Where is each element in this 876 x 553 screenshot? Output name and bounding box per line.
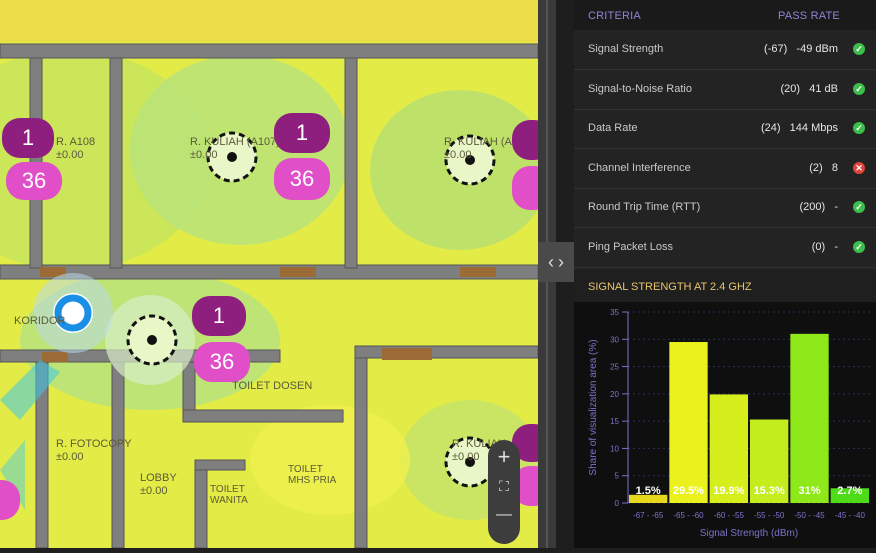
room-label: LOBBY ±0.00 <box>140 472 177 497</box>
x-tick-label: -45 - -40 <box>835 511 866 520</box>
bar-data-label: 31% <box>798 485 820 497</box>
error-icon: ✕ <box>853 161 865 174</box>
criteria-label: Ping Packet Loss <box>588 240 673 253</box>
criteria-row[interactable]: Signal Strength (-67) -49 dBm ✓ <box>574 30 876 70</box>
criteria-value: (200) - <box>799 201 838 213</box>
y-tick-label: 10 <box>610 444 619 453</box>
zoom-in-button[interactable]: + <box>488 444 520 470</box>
results-panel: CRITERIA PASS RATE Signal Strength (-67) … <box>574 0 876 548</box>
x-tick-label: -65 - -60 <box>673 511 704 520</box>
y-tick-label: 30 <box>610 335 619 344</box>
fit-view-button[interactable]: ⛶ <box>488 478 520 495</box>
ap-badge-partial[interactable] <box>512 120 538 160</box>
criteria-row[interactable]: Data Rate (24) 144 Mbps ✓ <box>574 109 876 149</box>
chart-title: SIGNAL STRENGTH AT 2.4 GHZ <box>588 281 752 293</box>
x-tick-label: -55 - -50 <box>754 511 785 520</box>
ap-badge-bottom: 36 <box>6 162 62 200</box>
chevron-left-icon: ‹ <box>548 251 554 272</box>
bar-data-label: 15.3% <box>754 485 785 497</box>
pass-rate-column-header: PASS RATE <box>778 10 840 22</box>
signal-strength-chart: 0 5 10 15 20 25 30 35 Share of visualization are… <box>574 302 876 548</box>
chart-bar <box>669 342 708 503</box>
criteria-row[interactable]: Round Trip Time (RTT) (200) - ✓ <box>574 188 876 228</box>
room-label: R. A108 ±0.00 <box>56 136 96 161</box>
room-label: TOILET DOSEN <box>232 380 313 392</box>
y-tick-label: 15 <box>610 417 619 426</box>
criteria-label: Channel Interference <box>588 161 691 174</box>
ap-badge-top: 1 <box>2 118 54 158</box>
room-label: KORIDOR <box>14 315 66 327</box>
y-tick-label: 20 <box>610 390 619 399</box>
zoom-out-button[interactable]: — <box>488 506 520 524</box>
x-tick-label: -67 - -65 <box>633 511 664 520</box>
criteria-column-header: CRITERIA <box>588 10 641 22</box>
y-axis-label: Share of visualization area (%) <box>588 339 599 475</box>
criteria-value: (0) - <box>811 240 838 253</box>
criteria-row[interactable]: Ping Packet Loss (0) - ✓ <box>574 228 876 268</box>
criteria-label: Data Rate <box>588 122 638 134</box>
zoom-control: + ⛶ — <box>488 440 520 544</box>
criteria-label: Round Trip Time (RTT) <box>588 201 701 213</box>
y-tick-label: 35 <box>610 308 619 317</box>
check-icon: ✓ <box>853 122 865 134</box>
criteria-table-header: CRITERIA PASS RATE <box>574 0 876 30</box>
x-tick-label: -50 - -45 <box>794 511 825 520</box>
room-label: TOILET MHS PRIA <box>288 464 337 486</box>
floorplan-drawing <box>0 0 538 548</box>
bar-data-label: 29.5% <box>673 485 704 497</box>
ap-badge-top: 1 <box>274 113 330 153</box>
collapse-toggle-button[interactable]: ‹ › <box>538 242 574 282</box>
bar-data-label: 19.9% <box>713 485 744 497</box>
ap-badge-bottom: 36 <box>194 342 250 382</box>
chart-header: SIGNAL STRENGTH AT 2.4 GHZ <box>574 270 876 302</box>
room-label: R. FOTOCOPY ±0.00 <box>56 438 132 463</box>
ap-badge-top: 1 <box>192 296 246 336</box>
criteria-value: (20) 41 dB <box>780 82 838 95</box>
criteria-row[interactable]: Channel Interference (2) 8 ✕ <box>574 149 876 189</box>
criteria-value: (-67) -49 dBm <box>764 43 838 55</box>
x-tick-label: -60 - -55 <box>714 511 745 520</box>
criteria-row[interactable]: Signal-to-Noise Ratio (20) 41 dB ✓ <box>574 70 876 110</box>
heatmap-floorplan[interactable]: R. A108 ±0.00 R. KULIAH (A107) ±0.00 R. KU… <box>0 0 538 548</box>
x-axis-label: Signal Strength (dBm) <box>700 528 798 539</box>
y-tick-label: 0 <box>615 499 620 508</box>
ap-badge-partial[interactable] <box>512 166 538 210</box>
check-icon: ✓ <box>853 43 865 55</box>
chart-svg: 0 5 10 15 20 25 30 35 Share of visualization are… <box>588 308 870 539</box>
y-tick-label: 5 <box>615 472 620 481</box>
chart-bar <box>790 333 829 503</box>
criteria-value: (2) 8 <box>809 161 838 174</box>
check-icon: ✓ <box>853 201 865 213</box>
criteria-value: (24) 144 Mbps <box>760 122 838 134</box>
chevron-right-icon: › <box>558 251 564 272</box>
bar-data-label: 2.7% <box>837 485 862 497</box>
room-label: TOILET WANITA <box>210 484 248 506</box>
y-tick-label: 25 <box>610 363 619 372</box>
bar-data-label: 1.5% <box>636 485 661 497</box>
criteria-label: Signal-to-Noise Ratio <box>588 82 692 95</box>
check-icon: ✓ <box>853 82 865 95</box>
criteria-label: Signal Strength <box>588 43 664 55</box>
location-marker <box>33 273 113 353</box>
room-label: R. KULIAH (A107) ±0.00 <box>190 136 280 161</box>
ap-badge-bottom: 36 <box>274 158 330 200</box>
check-icon: ✓ <box>853 240 865 253</box>
